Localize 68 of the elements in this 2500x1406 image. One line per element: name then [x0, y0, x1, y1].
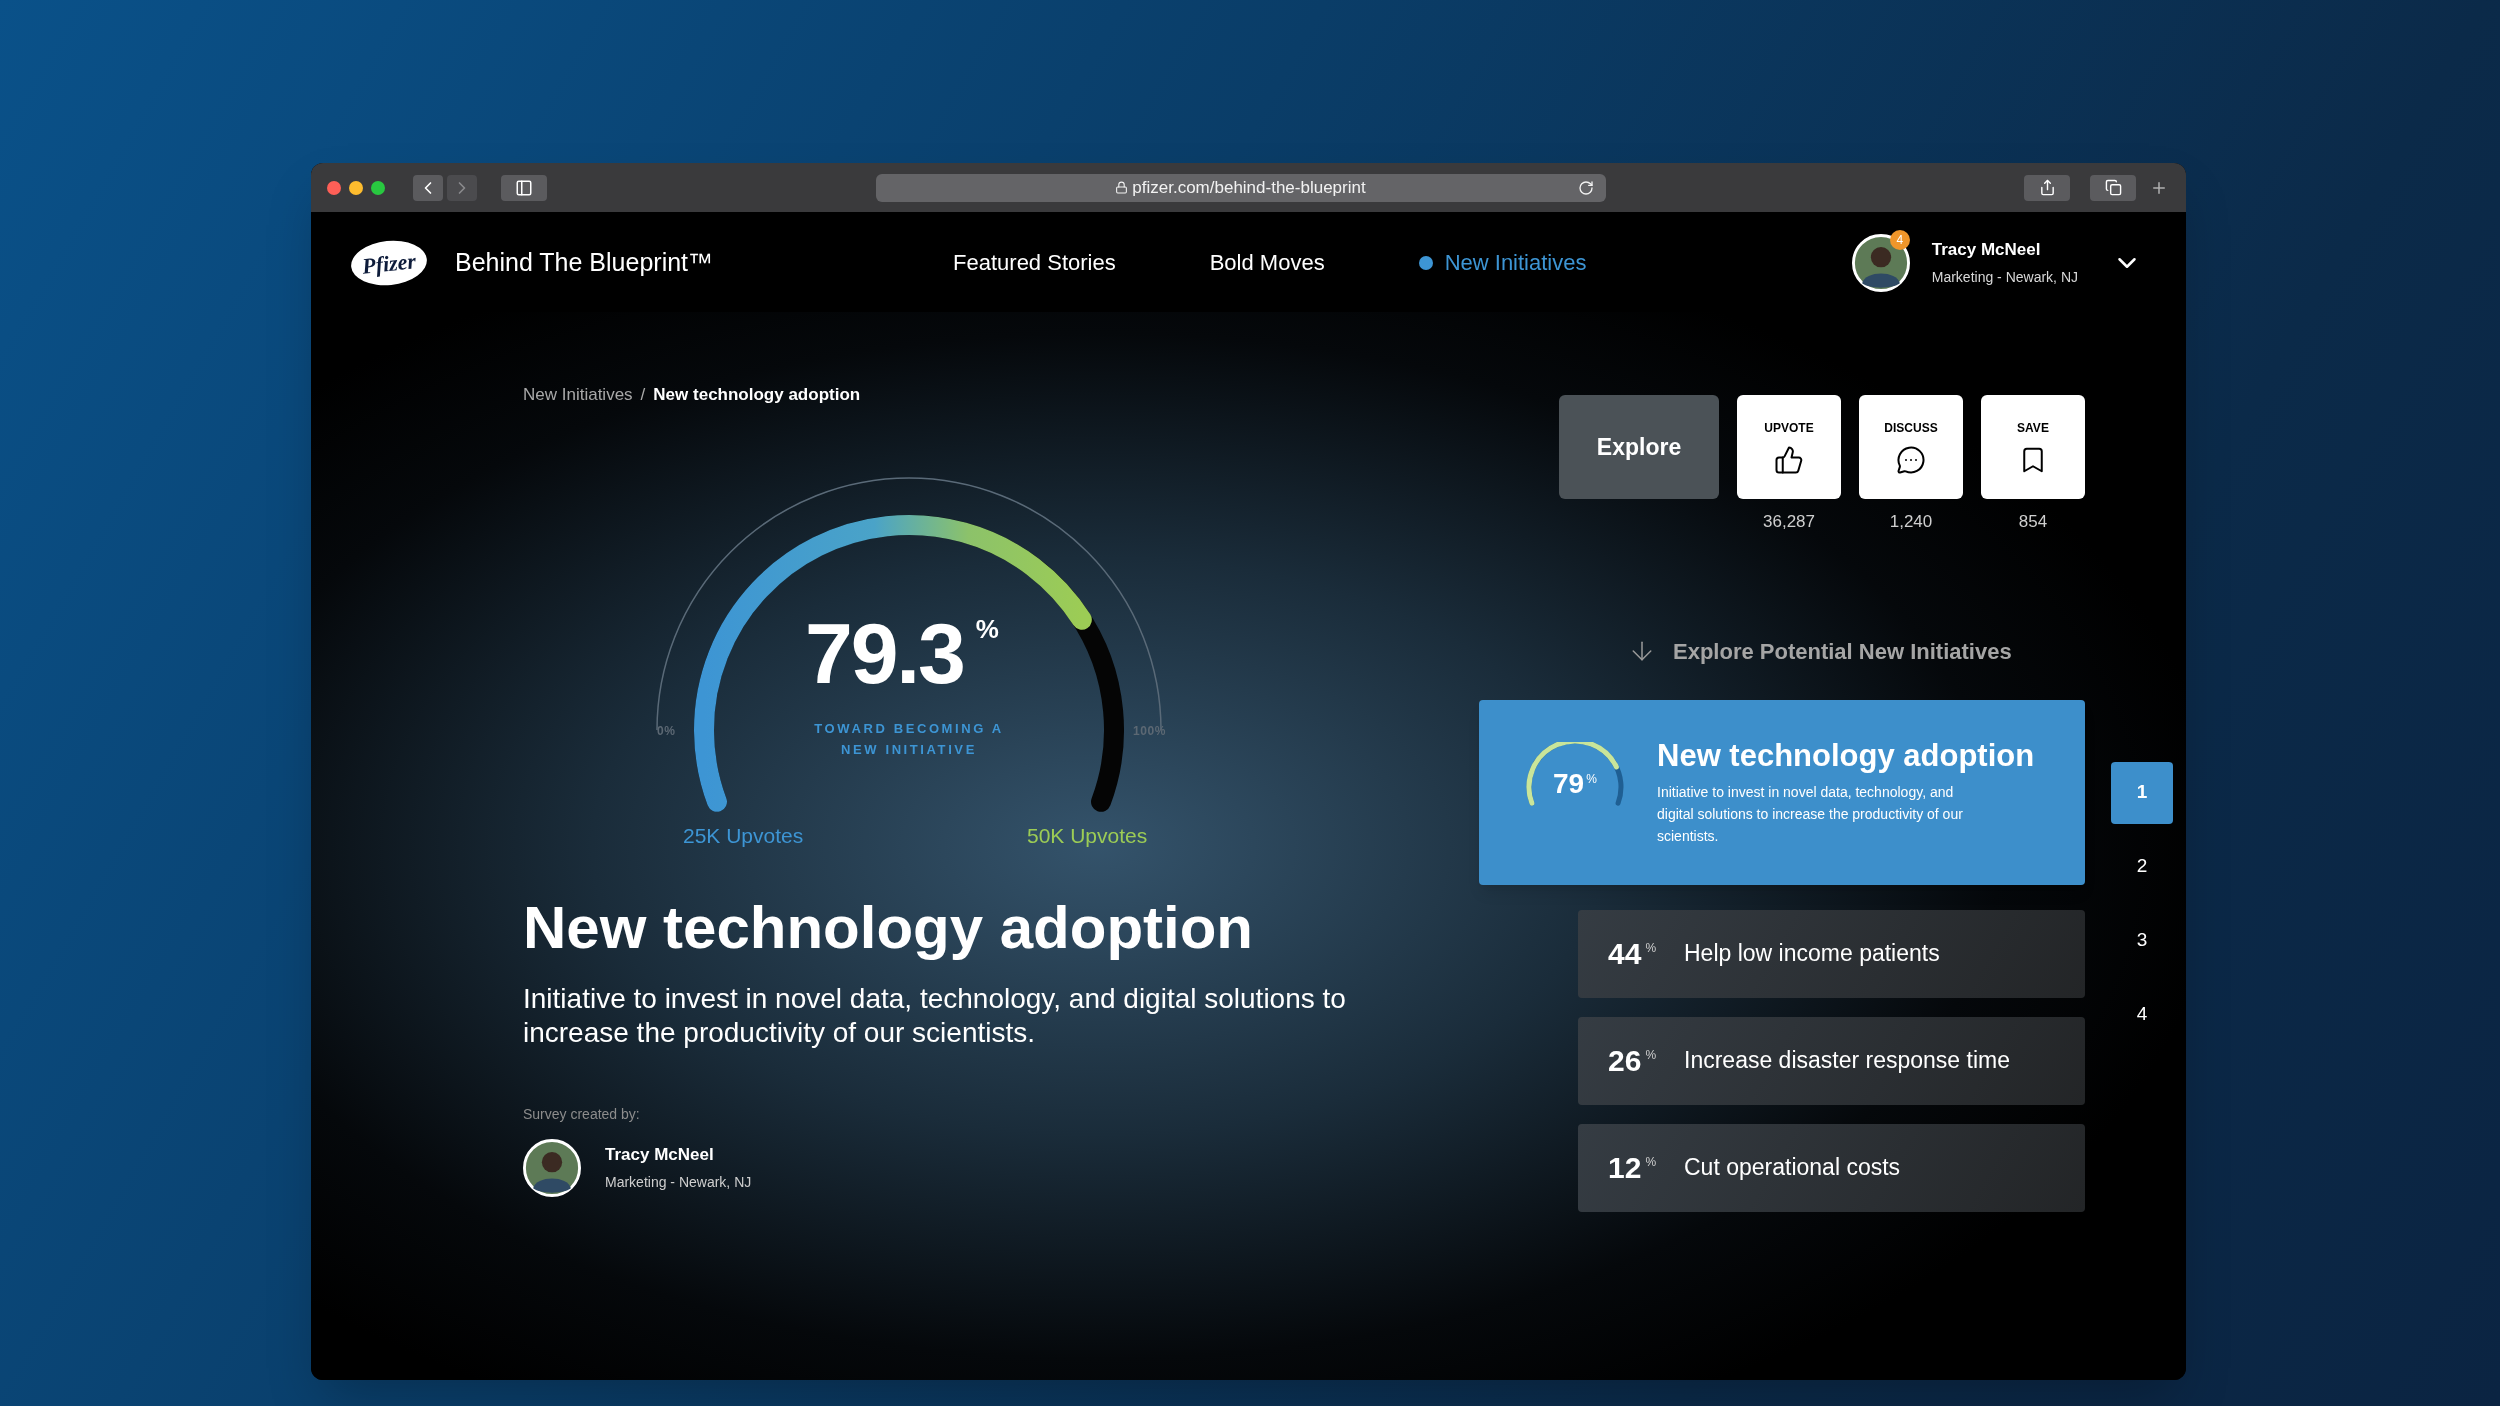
action-button[interactable]: SAVE: [1981, 395, 2085, 499]
card-title: Cut operational costs: [1684, 1153, 1901, 1183]
initiative-card[interactable]: 79% New technology adoption Initiative to invest in novel data, technology, and digital solutions to increase the productivity of our scientists.: [1479, 699, 2085, 885]
gauge-unit: %: [975, 612, 999, 646]
breadcrumb-link[interactable]: New Initiatives: [523, 382, 633, 408]
back-button[interactable]: [413, 174, 443, 201]
initiative-card[interactable]: 12% Cut operational costs: [1578, 1123, 2085, 1212]
nav-link[interactable]: Featured Stories: [953, 246, 1116, 279]
site-title: Behind The Blueprint™: [455, 246, 714, 278]
share-button[interactable]: [2024, 174, 2070, 201]
user-avatar: [1851, 233, 1910, 292]
gauge-caption: TOWARD BECOMING A NEW INITIATIVE: [813, 719, 1005, 759]
notification-badge: 4: [1889, 229, 1910, 250]
page-button[interactable]: 1: [2111, 761, 2173, 824]
percent-unit: %: [1645, 939, 1657, 957]
gauge-end-label: 50K Upvotes: [1027, 822, 1148, 849]
percent-value: 44: [1608, 938, 1642, 969]
percent-unit: %: [1645, 1046, 1657, 1064]
tabs-button[interactable]: [2090, 174, 2136, 201]
page-button[interactable]: 2: [2111, 835, 2173, 898]
breadcrumb-separator: /: [640, 384, 646, 406]
creator-name: Tracy McNeel: [605, 1144, 715, 1167]
thumbs-up-icon: [1774, 445, 1804, 475]
sidebar-icon: [515, 178, 533, 197]
card-title: Help low income patients: [1684, 939, 1940, 969]
percent-value: 79: [1553, 769, 1585, 798]
action-count: 36,287: [1763, 511, 1815, 533]
percent-unit: %: [1586, 770, 1597, 788]
url-text: pfizer.com/behind-the-blueprint: [1132, 176, 1366, 199]
gauge-start-label: 25K Upvotes: [683, 822, 804, 849]
nav-link[interactable]: New Initiatives: [1418, 246, 1587, 279]
initiative-card[interactable]: 44% Help low income patients: [1578, 909, 2085, 998]
percent-unit: %: [1645, 1153, 1657, 1171]
minimize-window-button[interactable]: [349, 180, 363, 195]
page-button[interactable]: 3: [2111, 909, 2173, 972]
lock-icon: [1115, 181, 1129, 194]
action-button[interactable]: DISCUSS: [1859, 395, 1963, 499]
maximize-window-button[interactable]: [371, 180, 385, 195]
initiative-card[interactable]: 26% Increase disaster response time: [1578, 1016, 2085, 1105]
creator-avatar: [523, 1138, 581, 1197]
breadcrumb-link[interactable]: New technology adoption: [653, 382, 861, 408]
creator-subtitle: Marketing - Newark, NJ: [605, 1172, 752, 1192]
initiative-description: Initiative to invest in novel data, technology, and digital solutions to increase the productivity of our scientists.: [523, 981, 1347, 1050]
tabs-icon: [2104, 179, 2122, 196]
user-subtitle: Marketing - Newark, NJ: [1931, 267, 2078, 287]
share-icon: [2038, 179, 2056, 196]
user-name: Tracy McNeel: [1931, 239, 2042, 262]
initiative-title: New technology adoption: [523, 897, 1254, 958]
percent-value: 12: [1608, 1152, 1642, 1183]
address-bar[interactable]: pfizer.com/behind-the-blueprint: [875, 173, 1606, 202]
nav-link[interactable]: Bold Moves: [1209, 246, 1325, 279]
card-title: Increase disaster response time: [1684, 1046, 2010, 1076]
page-button[interactable]: 4: [2111, 983, 2173, 1046]
action-count: 854: [2018, 511, 2048, 533]
creator-label: Survey created by:: [523, 1104, 641, 1124]
close-window-button[interactable]: [327, 180, 341, 195]
action-count: 1,240: [1889, 511, 1933, 533]
sidebar-button[interactable]: [501, 174, 547, 201]
percent-value: 26: [1608, 1045, 1642, 1076]
gauge-value: 79.3: [805, 609, 964, 696]
card-description: Initiative to invest in novel data, technology, and digital solutions to increase the productivity of our scientists.: [1657, 782, 1964, 846]
gauge-min-label: 0%: [657, 722, 676, 740]
card-title: New technology adoption: [1657, 739, 2035, 771]
explore-button[interactable]: Explore: [1559, 395, 1719, 499]
chat-bubble-icon: [1896, 445, 1926, 475]
list-heading: Explore Potential New Initiatives: [1673, 637, 2012, 666]
action-button[interactable]: UPVOTE: [1737, 395, 1841, 499]
reload-icon[interactable]: [1577, 179, 1594, 196]
